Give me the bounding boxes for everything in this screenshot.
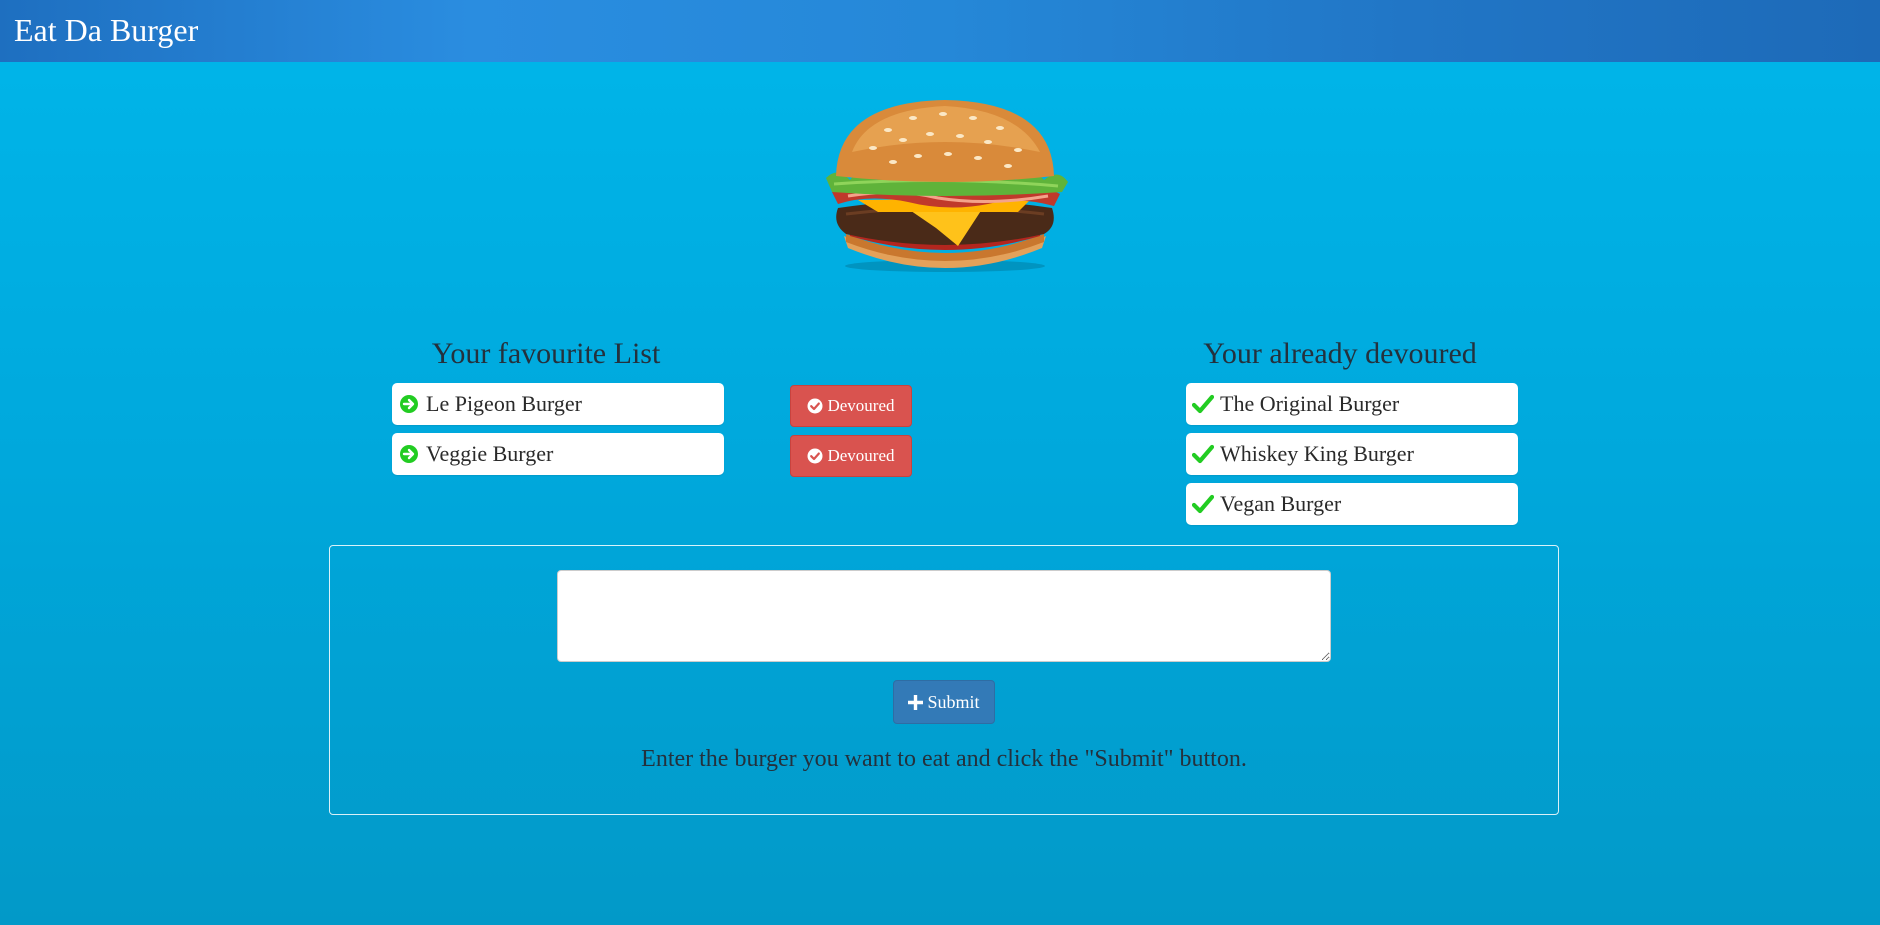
devoured-item: The Original Burger <box>1186 383 1518 425</box>
favourite-item: Le Pigeon Burger <box>392 383 724 425</box>
devoured-button[interactable]: Devoured <box>790 435 912 477</box>
burger-image <box>826 100 1068 272</box>
devoured-list-title: Your already devoured <box>1203 337 1477 370</box>
form-instructions: Enter the burger you want to eat and cli… <box>641 746 1247 772</box>
devoured-button-label: Devoured <box>827 446 895 465</box>
arrow-circle-right-icon <box>398 393 420 415</box>
burger-name-input[interactable] <box>557 570 1331 662</box>
check-circle-icon <box>807 398 823 414</box>
devoured-button-label: Devoured <box>827 396 895 415</box>
favourite-item-label: Le Pigeon Burger <box>426 391 583 416</box>
submit-button[interactable]: Submit <box>893 680 995 724</box>
favourite-list-title: Your favourite List <box>431 337 661 370</box>
navbar: Eat Da Burger <box>0 0 1880 62</box>
submit-button-label: Submit <box>927 691 980 712</box>
devoured-item-label: The Original Burger <box>1220 391 1400 416</box>
check-icon <box>1192 443 1214 465</box>
devoured-item: Vegan Burger <box>1186 483 1518 525</box>
brand-title[interactable]: Eat Da Burger <box>14 10 198 50</box>
check-icon <box>1192 393 1214 415</box>
check-circle-icon <box>807 448 823 464</box>
favourite-item: Veggie Burger <box>392 433 724 475</box>
favourite-item-label: Veggie Burger <box>426 441 554 466</box>
devoured-button[interactable]: Devoured <box>790 385 912 427</box>
devoured-item: Whiskey King Burger <box>1186 433 1518 475</box>
plus-icon <box>908 694 924 710</box>
devoured-item-label: Vegan Burger <box>1220 491 1342 516</box>
arrow-circle-right-icon <box>398 443 420 465</box>
devoured-item-label: Whiskey King Burger <box>1220 441 1414 466</box>
check-icon <box>1192 493 1214 515</box>
add-burger-form: Submit Enter the burger you want to eat … <box>329 545 1559 815</box>
